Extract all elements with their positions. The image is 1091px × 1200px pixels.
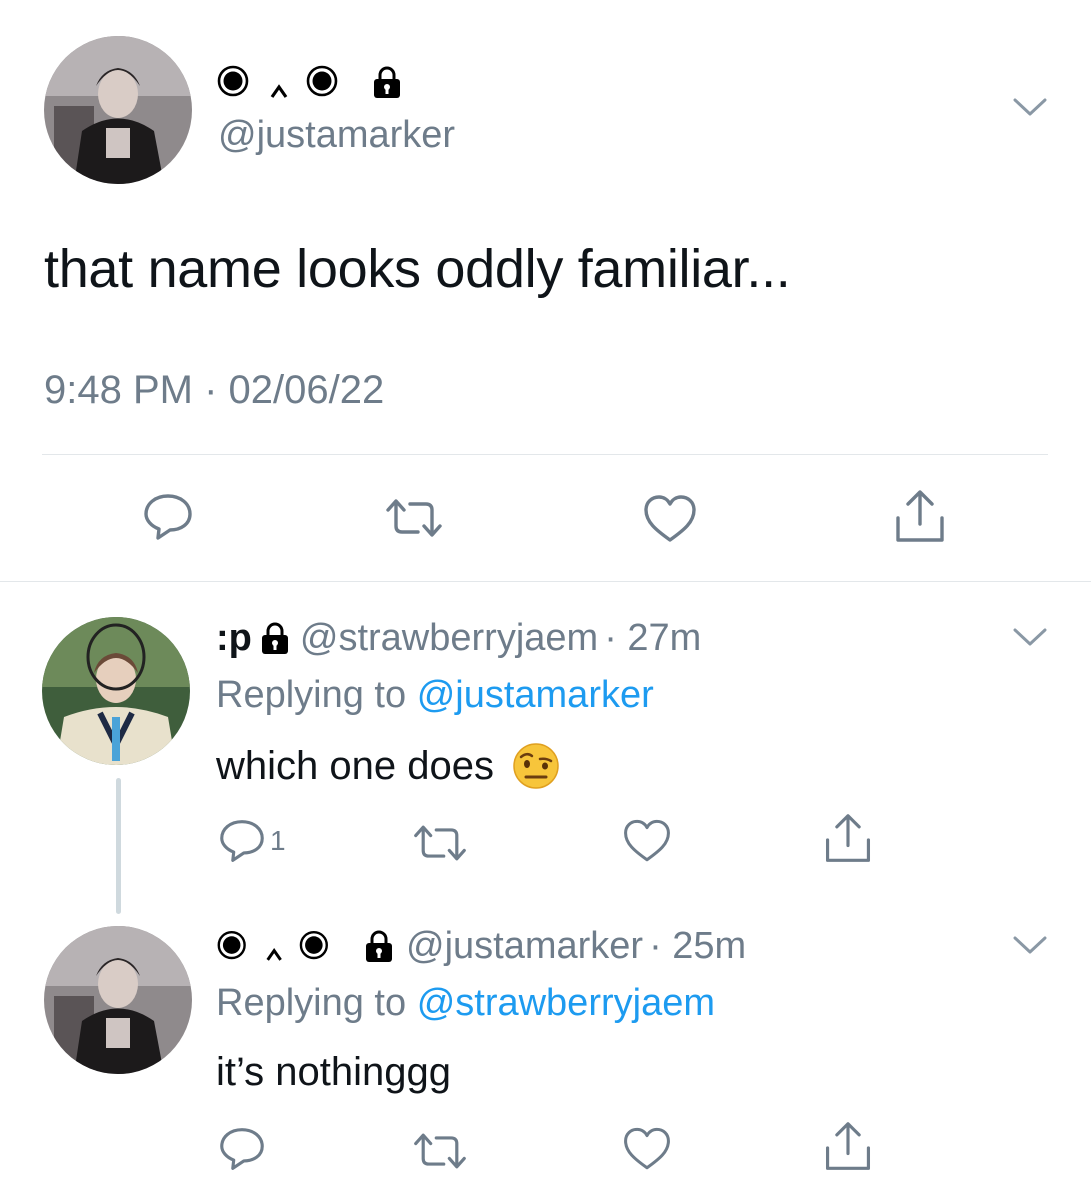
share-icon[interactable] [892,488,948,546]
chevron-down-icon[interactable] [1012,626,1048,648]
retweet-icon[interactable] [384,496,444,540]
replying-label: Replying to [216,982,407,1024]
reply-text: it’s nothinggg [216,1050,451,1094]
like-icon[interactable] [622,1126,672,1172]
reply-text: which one does [216,742,560,790]
section-divider [0,581,1091,582]
lock-icon [372,65,402,104]
tweet-text: that name looks oddly familiar... [44,239,791,299]
relative-time[interactable]: · 27m [604,617,701,660]
display-name[interactable]: :p [216,617,252,660]
face-glyph-name [216,925,336,967]
replying-to-handle[interactable]: @justamarker [417,674,654,716]
avatar[interactable] [42,617,190,765]
handle[interactable]: @strawberryjaem [300,617,598,660]
lock-icon [364,929,394,963]
reply-count: 1 [270,825,286,856]
handle[interactable]: @justamarker [218,114,455,157]
handle[interactable]: @justamarker [406,925,643,968]
thread-line [116,778,121,914]
retweet-icon[interactable] [412,1130,468,1172]
replying-label: Replying to [216,674,407,716]
reply-icon[interactable]: 1 [218,818,286,864]
reply-icon[interactable] [142,492,194,542]
retweet-icon[interactable] [412,822,468,864]
replying-to-handle[interactable]: @strawberryjaem [417,982,715,1024]
timestamp[interactable]: 9:48 PM · 02/06/22 [44,368,384,413]
face-glyph-name [216,61,346,108]
avatar[interactable] [44,36,192,184]
reply-header[interactable]: :p @strawberryjaem · 27m [216,616,701,660]
chevron-down-icon[interactable] [1012,934,1048,956]
divider [42,454,1048,455]
lock-icon [260,621,290,655]
relative-time[interactable]: · 25m [649,925,746,968]
avatar[interactable] [44,926,192,1074]
chevron-down-icon[interactable] [1012,96,1048,118]
like-icon[interactable] [622,818,672,864]
replying-to: Replying to @strawberryjaem [216,982,715,1025]
reply-icon[interactable] [218,1126,266,1172]
replying-to: Replying to @justamarker [216,674,654,717]
raised-eyebrow-emoji-icon [512,742,560,790]
share-icon[interactable] [822,812,874,866]
reply-text-content: which one does [216,743,494,788]
display-name[interactable] [216,64,402,104]
reply-header[interactable]: @justamarker · 25m [216,924,746,968]
share-icon[interactable] [822,1120,874,1174]
like-icon[interactable] [642,494,698,544]
